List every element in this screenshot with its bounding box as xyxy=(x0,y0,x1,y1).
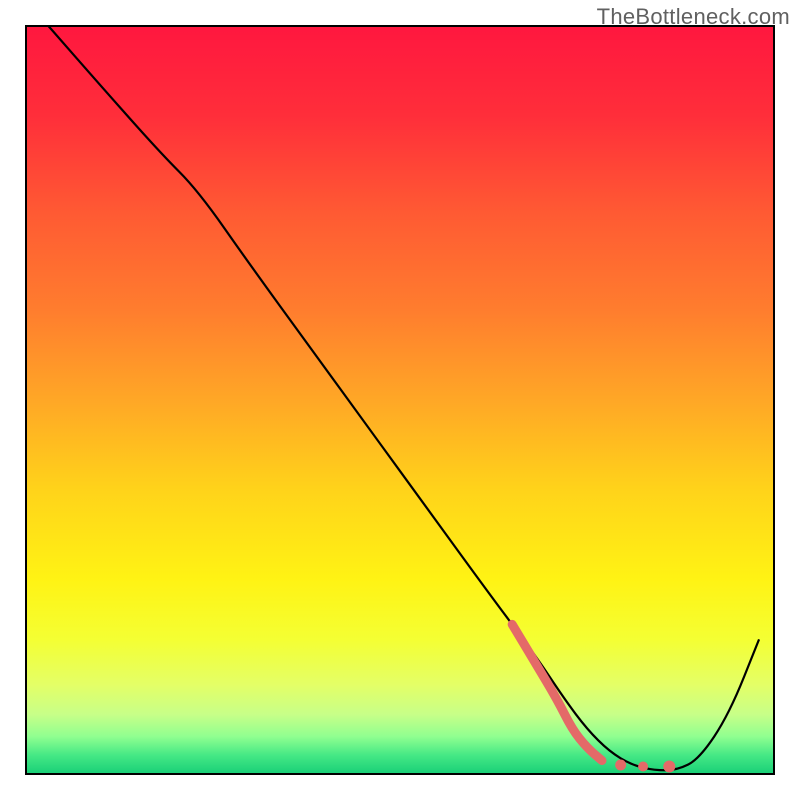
bottleneck-chart xyxy=(0,0,800,800)
marker-2 xyxy=(638,762,648,772)
watermark-text: TheBottleneck.com xyxy=(597,4,790,30)
marker-1 xyxy=(615,760,626,771)
chart-stage: TheBottleneck.com xyxy=(0,0,800,800)
gradient-background xyxy=(26,26,774,774)
marker-3 xyxy=(663,761,675,773)
